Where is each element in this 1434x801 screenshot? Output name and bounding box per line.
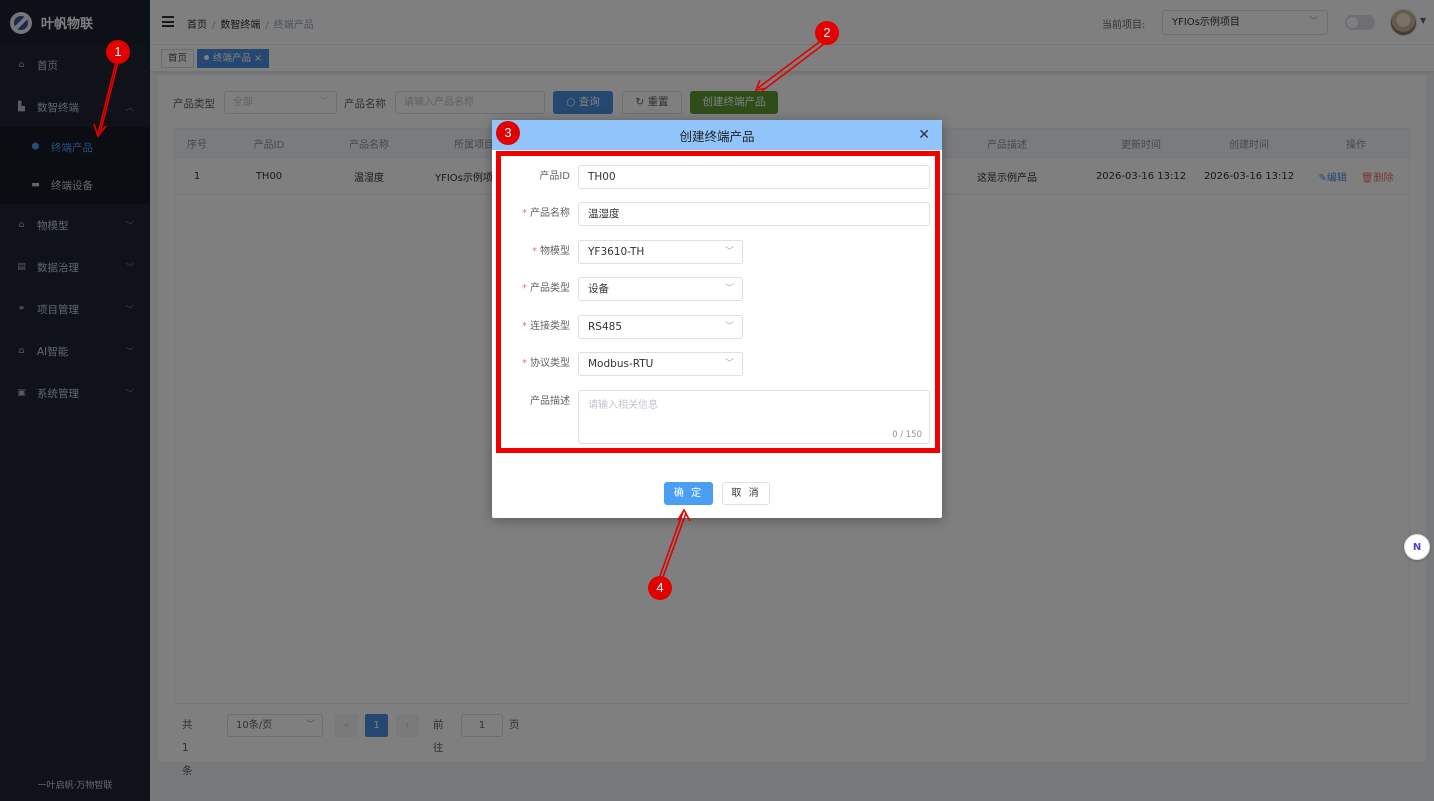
annotation-badge-1: 1 [106,40,130,64]
annotation-arrows [93,39,825,578]
assistant-widget-icon[interactable]: N [1404,534,1430,560]
annotation-badge-2: 2 [815,21,839,45]
annotation-badge-4: 4 [648,576,672,600]
annotation-badge-3: 3 [496,121,520,145]
